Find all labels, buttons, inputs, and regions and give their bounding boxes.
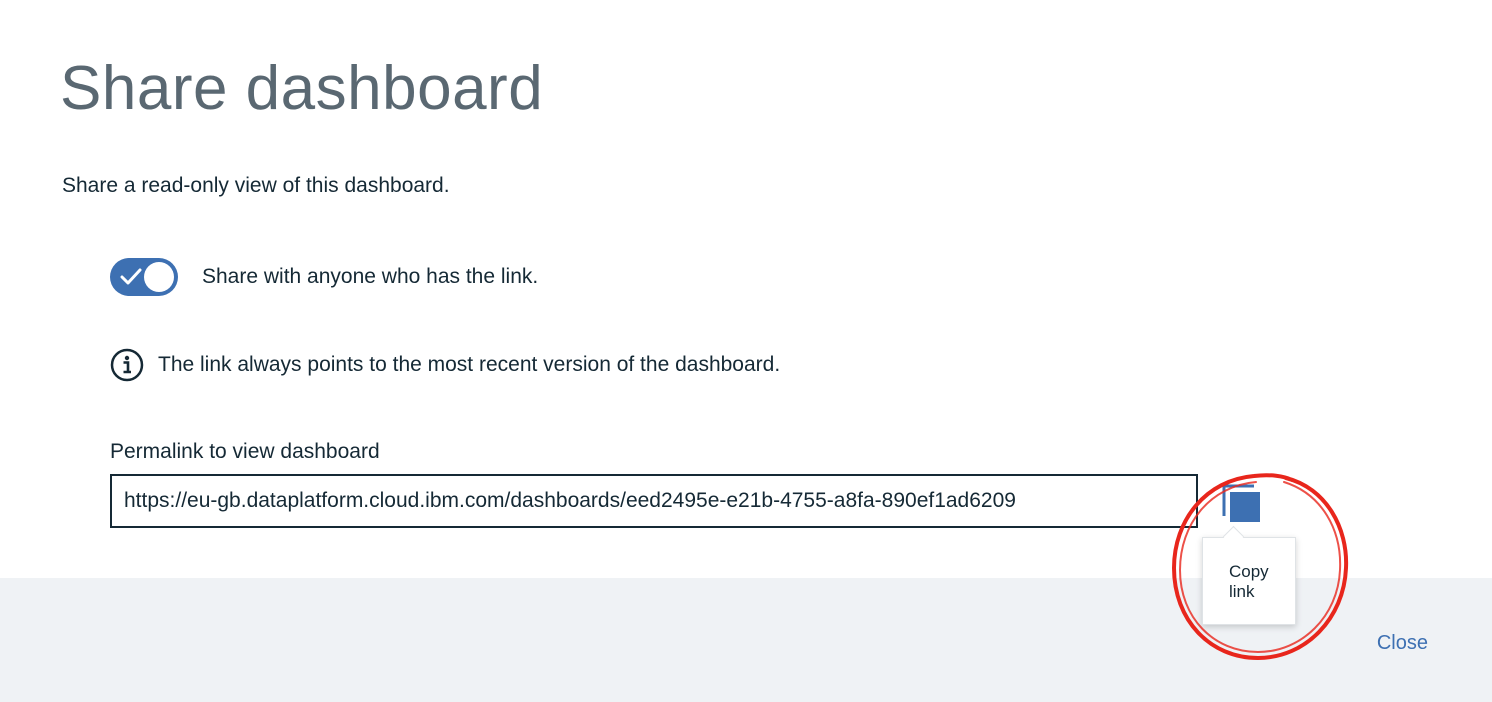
copy-icon — [1222, 484, 1260, 522]
copy-link-button[interactable] — [1222, 484, 1262, 524]
tooltip-text: Copy link — [1229, 562, 1269, 601]
info-icon — [110, 348, 144, 382]
copy-link-tooltip: Copy link — [1202, 537, 1296, 625]
info-message: The link always points to the most recen… — [110, 348, 780, 382]
info-text: The link always points to the most recen… — [158, 353, 781, 376]
permalink-label: Permalink to view dashboard — [110, 440, 380, 463]
share-toggle-label: Share with anyone who has the link. — [202, 265, 539, 288]
share-toggle-row: Share with anyone who has the link. — [110, 258, 538, 296]
share-dashboard-dialog: Share dashboard Share a read-only view o… — [0, 0, 1492, 702]
close-button[interactable]: Close — [1377, 632, 1428, 655]
checkmark-icon — [120, 268, 142, 285]
share-toggle[interactable] — [110, 258, 178, 296]
page-title: Share dashboard — [60, 54, 544, 123]
dialog-subtitle: Share a read-only view of this dashboard… — [62, 174, 450, 197]
toggle-knob — [144, 262, 174, 292]
permalink-input[interactable] — [110, 474, 1198, 528]
